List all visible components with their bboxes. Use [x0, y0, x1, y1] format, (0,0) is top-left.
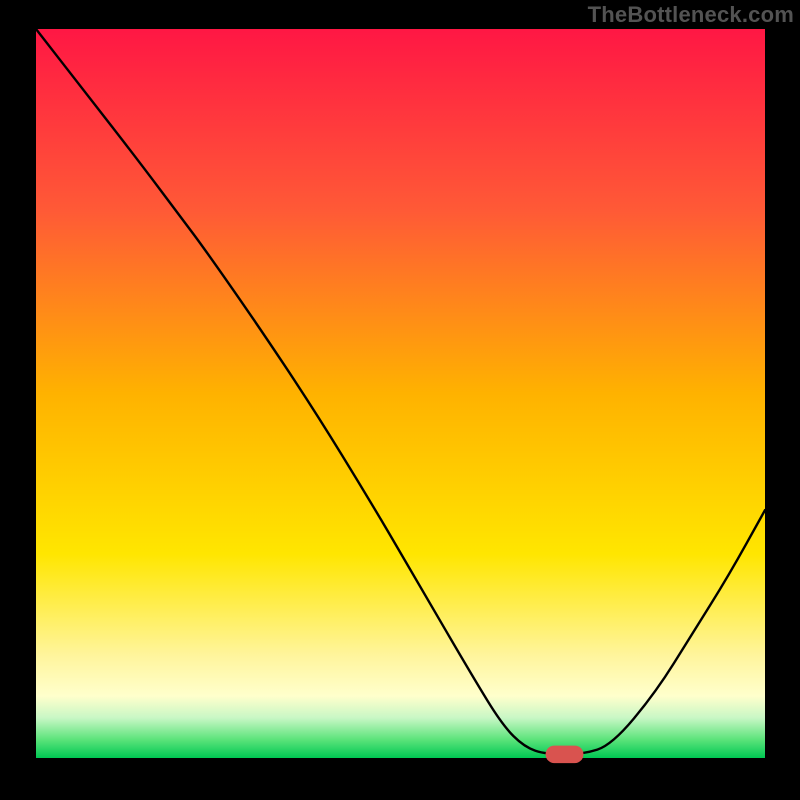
bottleneck-chart	[0, 0, 800, 800]
chart-frame: TheBottleneck.com	[0, 0, 800, 800]
optimal-point-marker	[546, 746, 584, 764]
plot-background	[36, 29, 765, 758]
